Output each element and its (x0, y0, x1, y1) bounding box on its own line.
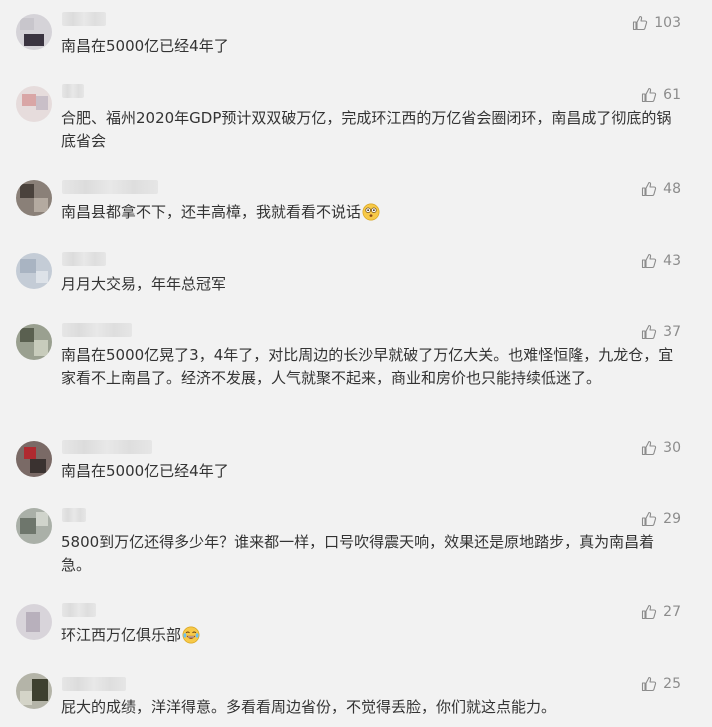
thumbs-up-icon (642, 253, 657, 269)
like-count: 48 (663, 181, 681, 197)
thumbs-up-icon (642, 324, 657, 340)
thumbs-up-icon (642, 676, 657, 692)
comment-text: 南昌县都拿不下，还丰高樟，我就看看不说话 (61, 201, 681, 224)
like-button[interactable]: 103 (632, 14, 681, 32)
like-count: 61 (663, 87, 681, 103)
thumbs-up-icon (642, 604, 657, 620)
like-count: 37 (663, 324, 681, 340)
username-blurred[interactable] (62, 440, 152, 454)
comment-text: 屁大的成绩，洋洋得意。多看看周边省份，不觉得丢脸，你们就这点能力。 (61, 696, 681, 719)
thumbs-up-icon (642, 511, 657, 527)
comment-text: 环江西万亿俱乐部 (61, 624, 681, 647)
like-count: 29 (663, 511, 681, 527)
username-blurred[interactable] (62, 180, 158, 194)
thumbs-up-icon (633, 15, 648, 31)
username-blurred[interactable] (62, 84, 84, 98)
like-button[interactable]: 37 (641, 323, 681, 341)
comment-text-content: 南昌在5000亿已经4年了 (61, 37, 229, 55)
username-blurred[interactable] (62, 12, 106, 26)
thumbs-up-icon (642, 440, 657, 456)
avatar[interactable] (16, 673, 52, 709)
like-button[interactable]: 61 (641, 86, 681, 104)
avatar[interactable] (16, 604, 52, 640)
like-button[interactable]: 25 (641, 675, 681, 693)
like-count: 43 (663, 253, 681, 269)
thumbs-up-icon (642, 87, 657, 103)
comment-text-content: 合肥、福州2020年GDP预计双双破万亿，完成环江西的万亿省会圈闭环，南昌成了彻… (61, 109, 672, 150)
comment-text-content: 环江西万亿俱乐部 (61, 626, 182, 644)
like-count: 30 (663, 440, 681, 456)
like-count: 25 (663, 676, 681, 692)
comment-text-content: 南昌在5000亿晃了3，4年了，对比周边的长沙早就破了万亿大关。也难怪恒隆，九龙… (61, 346, 674, 387)
like-count: 27 (663, 604, 681, 620)
comment-text: 月月大交易，年年总冠军 (61, 273, 681, 296)
comment-text-content: 南昌在5000亿已经4年了 (61, 462, 229, 480)
comment-text: 5800到万亿还得多少年？谁来都一样，口号吹得震天响，效果还是原地踏步，真为南昌… (61, 531, 681, 577)
surprised-face-icon (362, 203, 380, 221)
comment-text-content: 屁大的成绩，洋洋得意。多看看周边省份，不觉得丢脸，你们就这点能力。 (61, 698, 557, 716)
comment-text-content: 月月大交易，年年总冠军 (61, 275, 227, 293)
comment-text-content: 5800到万亿还得多少年？谁来都一样，口号吹得震天响，效果还是原地踏步，真为南昌… (61, 533, 655, 574)
laughing-tears-face-icon (182, 626, 200, 644)
username-blurred[interactable] (62, 252, 106, 266)
comment-text: 南昌在5000亿已经4年了 (61, 35, 681, 58)
username-blurred[interactable] (62, 323, 132, 337)
avatar[interactable] (16, 14, 52, 50)
avatar[interactable] (16, 86, 52, 122)
like-button[interactable]: 29 (641, 510, 681, 528)
avatar[interactable] (16, 180, 52, 216)
avatar[interactable] (16, 441, 52, 477)
avatar[interactable] (16, 508, 52, 544)
like-button[interactable]: 30 (641, 439, 681, 457)
comment-text: 合肥、福州2020年GDP预计双双破万亿，完成环江西的万亿省会圈闭环，南昌成了彻… (61, 107, 681, 153)
comment-text: 南昌在5000亿晃了3，4年了，对比周边的长沙早就破了万亿大关。也难怪恒隆，九龙… (61, 344, 681, 390)
thumbs-up-icon (642, 181, 657, 197)
username-blurred[interactable] (62, 603, 96, 617)
like-count: 103 (654, 15, 681, 31)
username-blurred[interactable] (62, 508, 86, 522)
avatar[interactable] (16, 253, 52, 289)
avatar[interactable] (16, 324, 52, 360)
username-blurred[interactable] (62, 677, 126, 691)
comment-text: 南昌在5000亿已经4年了 (61, 460, 681, 483)
like-button[interactable]: 43 (641, 252, 681, 270)
comment-text-content: 南昌县都拿不下，还丰高樟，我就看看不说话 (61, 203, 362, 221)
like-button[interactable]: 48 (641, 180, 681, 198)
like-button[interactable]: 27 (641, 603, 681, 621)
